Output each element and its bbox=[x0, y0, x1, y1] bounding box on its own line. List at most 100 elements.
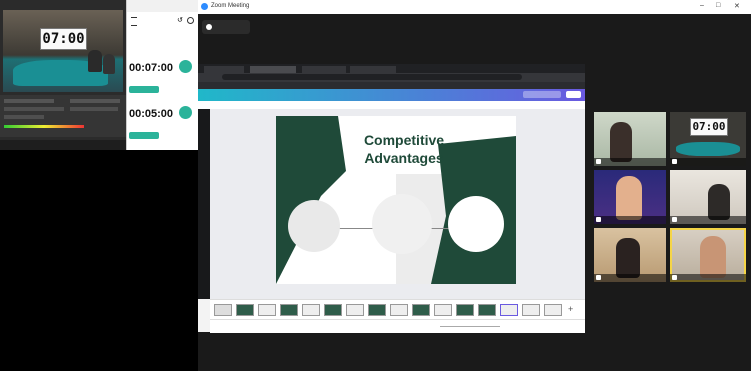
browser-tab[interactable] bbox=[250, 66, 296, 73]
mic-icon bbox=[672, 275, 677, 280]
slide-thumbnail[interactable] bbox=[368, 304, 386, 316]
control-row[interactable] bbox=[70, 107, 118, 111]
camera-feed bbox=[3, 10, 123, 92]
slide-thumbnail[interactable] bbox=[456, 304, 474, 316]
share-button[interactable] bbox=[566, 91, 581, 98]
participant-video-person bbox=[610, 122, 632, 162]
circle-left bbox=[288, 200, 340, 252]
bookmarks-bar bbox=[198, 82, 585, 89]
slide-thumbnail[interactable] bbox=[522, 304, 540, 316]
slide-thumbnail[interactable] bbox=[236, 304, 254, 316]
participant-label bbox=[594, 274, 666, 282]
canva-toolbar bbox=[198, 89, 585, 101]
add-slide-icon[interactable]: + bbox=[568, 304, 573, 314]
mic-icon bbox=[596, 275, 601, 280]
participant-video-person bbox=[616, 176, 642, 220]
start-button[interactable] bbox=[129, 86, 159, 93]
mic-icon bbox=[596, 159, 601, 164]
desktop-background bbox=[0, 150, 198, 371]
zoom-slider[interactable] bbox=[440, 326, 500, 327]
record-icon bbox=[206, 24, 212, 30]
shared-screen: Competitive Advantages + bbox=[198, 64, 585, 333]
table bbox=[676, 142, 740, 156]
browser-tab[interactable] bbox=[350, 66, 396, 73]
circle-right bbox=[448, 196, 504, 252]
participant-tile-active-speaker[interactable] bbox=[670, 228, 746, 282]
timer-app-header: ↺ bbox=[127, 14, 199, 28]
zoom-titlebar: Zoom Meeting – □ ✕ bbox=[198, 0, 751, 14]
participant-label bbox=[594, 158, 666, 166]
timer-app-window: ↺ 00:07:00 00:05:00 bbox=[126, 0, 199, 150]
present-button[interactable] bbox=[523, 91, 561, 98]
slide-thumbnail[interactable] bbox=[544, 304, 562, 316]
control-row[interactable] bbox=[70, 99, 120, 103]
participant-tile[interactable] bbox=[670, 170, 746, 224]
slide-thumbnail[interactable] bbox=[478, 304, 496, 316]
person bbox=[103, 54, 115, 74]
slide-thumbnail[interactable] bbox=[434, 304, 452, 316]
slide-thumbnail[interactable] bbox=[346, 304, 364, 316]
menu-icon[interactable] bbox=[131, 17, 137, 26]
participant-video-person bbox=[616, 238, 640, 278]
mic-icon bbox=[672, 217, 677, 222]
timer-overlay-clock: 07:00 bbox=[40, 28, 87, 50]
mic-icon bbox=[672, 159, 677, 164]
share-icon[interactable]: ↺ bbox=[177, 17, 183, 24]
slide-thumbnail[interactable] bbox=[258, 304, 276, 316]
play-button[interactable] bbox=[179, 60, 192, 73]
slide-thumbnail[interactable] bbox=[412, 304, 430, 316]
slide-thumbnail[interactable] bbox=[324, 304, 342, 316]
person bbox=[88, 50, 102, 72]
zoom-logo-icon bbox=[201, 3, 208, 10]
slide-thumbnail[interactable] bbox=[280, 304, 298, 316]
camera-preview-window: 07:00 bbox=[0, 0, 126, 150]
participant-label bbox=[594, 216, 666, 224]
timer-row-time: 00:07:00 bbox=[129, 62, 174, 74]
slide-thumbnail[interactable] bbox=[302, 304, 320, 316]
minimize-button[interactable]: – bbox=[700, 2, 704, 9]
circle-middle bbox=[372, 194, 432, 254]
taskbar-strip bbox=[0, 140, 126, 150]
browser-tab[interactable] bbox=[302, 66, 346, 73]
zoom-title: Zoom Meeting bbox=[211, 3, 250, 9]
address-input[interactable] bbox=[222, 74, 522, 80]
close-button[interactable]: ✕ bbox=[734, 2, 740, 10]
timer-app-titlebar bbox=[127, 0, 199, 12]
browser-addressbar bbox=[198, 73, 585, 82]
control-row[interactable] bbox=[4, 99, 54, 103]
timer-row[interactable]: 00:07:00 bbox=[129, 52, 197, 96]
participant-clock-overlay: 07:00 bbox=[690, 118, 728, 136]
timer-row[interactable]: 00:05:00 bbox=[129, 100, 197, 144]
slide-title-line1: Competitive bbox=[363, 132, 445, 148]
start-button[interactable] bbox=[129, 132, 159, 139]
mic-icon bbox=[596, 217, 601, 222]
slide-thumbnail[interactable] bbox=[390, 304, 408, 316]
slide-thumbnail[interactable] bbox=[214, 304, 232, 316]
participant-tile[interactable] bbox=[594, 112, 666, 166]
slide[interactable]: Competitive Advantages bbox=[276, 116, 516, 284]
slide-title-line2: Advantages bbox=[364, 150, 444, 166]
search-icon[interactable] bbox=[187, 17, 194, 24]
slide-filmstrip: + bbox=[210, 299, 585, 320]
audio-meter bbox=[4, 125, 84, 128]
slide-thumbnail[interactable] bbox=[500, 304, 518, 316]
obs-controls-panel bbox=[0, 95, 126, 137]
participant-label bbox=[670, 216, 746, 224]
participant-label bbox=[670, 158, 746, 166]
participant-tile[interactable] bbox=[594, 170, 666, 224]
timer-row-time: 00:05:00 bbox=[129, 108, 174, 120]
maximize-button[interactable]: □ bbox=[716, 2, 720, 9]
browser-tabbar bbox=[198, 64, 585, 73]
participant-tile[interactable] bbox=[594, 228, 666, 282]
control-row[interactable] bbox=[4, 115, 44, 119]
participant-video-person bbox=[708, 184, 730, 220]
zoom-window: Zoom Meeting – □ ✕ Competitive Advantage… bbox=[198, 0, 751, 371]
participant-video-person bbox=[700, 236, 726, 278]
recording-indicator[interactable] bbox=[202, 20, 250, 34]
control-row[interactable] bbox=[4, 107, 64, 111]
participant-tile[interactable]: 07:00 bbox=[670, 112, 746, 166]
play-button[interactable] bbox=[179, 106, 192, 119]
editor-sidebar bbox=[198, 109, 210, 299]
browser-tab[interactable] bbox=[204, 66, 244, 73]
participant-label bbox=[670, 274, 746, 282]
